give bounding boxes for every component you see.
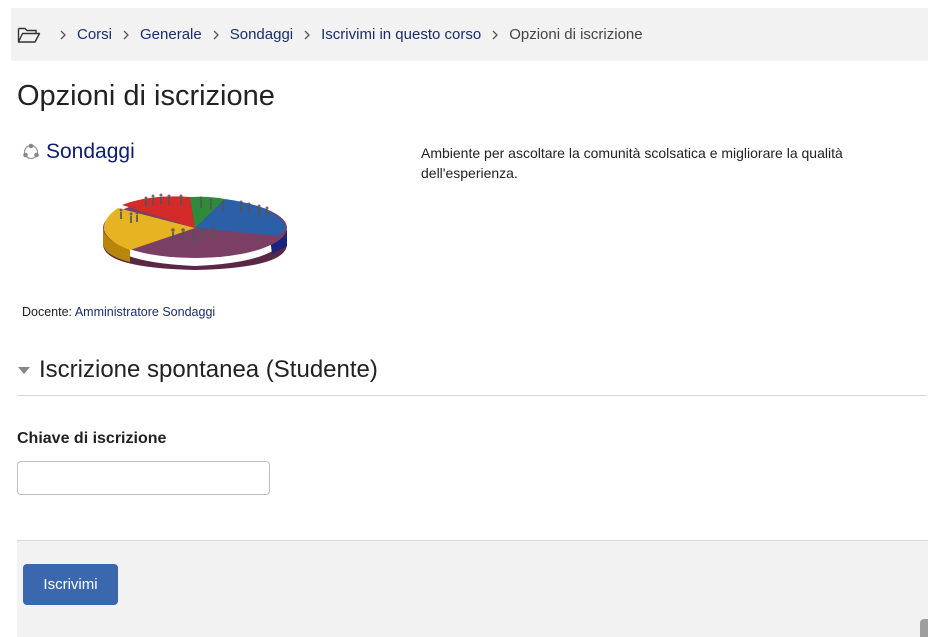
course-summary: Ambiente per ascoltare la comunità scols… [421,145,843,181]
course-icon [22,143,40,161]
course-image [103,193,287,270]
form-action-bar: Iscrivimi [17,540,928,637]
page-title: Opzioni di iscrizione [17,80,275,112]
scroll-handle[interactable] [920,619,928,637]
chevron-right-icon [59,30,67,40]
teacher-label: Docente: [22,305,73,319]
breadcrumb-iscrivimi[interactable]: Iscrivimi in questo corso [321,26,481,43]
course-name-link[interactable]: Sondaggi [46,140,135,164]
chevron-right-icon [491,30,499,40]
chevron-right-icon [303,30,311,40]
section-title: Iscrizione spontanea (Studente) [39,356,378,383]
self-enrol-section-header[interactable]: Iscrizione spontanea (Studente) [17,356,927,396]
breadcrumb: Corsi Generale Sondaggi Iscrivimi in que… [11,8,928,61]
chevron-right-icon [122,30,130,40]
breadcrumb-current: Opzioni di iscrizione [509,26,643,43]
chevron-right-icon [212,30,220,40]
course-box: Sondaggi [22,140,322,164]
enrol-key-input[interactable] [17,461,270,495]
course-name-row: Sondaggi [22,140,322,164]
breadcrumb-generale[interactable]: Generale [140,26,202,43]
enrol-key-label: Chiave di iscrizione [17,430,167,447]
breadcrumb-corsi[interactable]: Corsi [77,26,112,43]
folder-open-icon[interactable] [17,26,41,44]
enrol-button[interactable]: Iscrivimi [23,564,118,605]
teacher-link[interactable]: Amministratore Sondaggi [75,305,215,319]
course-teacher: Docente: Amministratore Sondaggi [22,305,215,319]
collapse-triangle-icon[interactable] [17,366,31,376]
breadcrumb-sondaggi[interactable]: Sondaggi [230,26,293,43]
